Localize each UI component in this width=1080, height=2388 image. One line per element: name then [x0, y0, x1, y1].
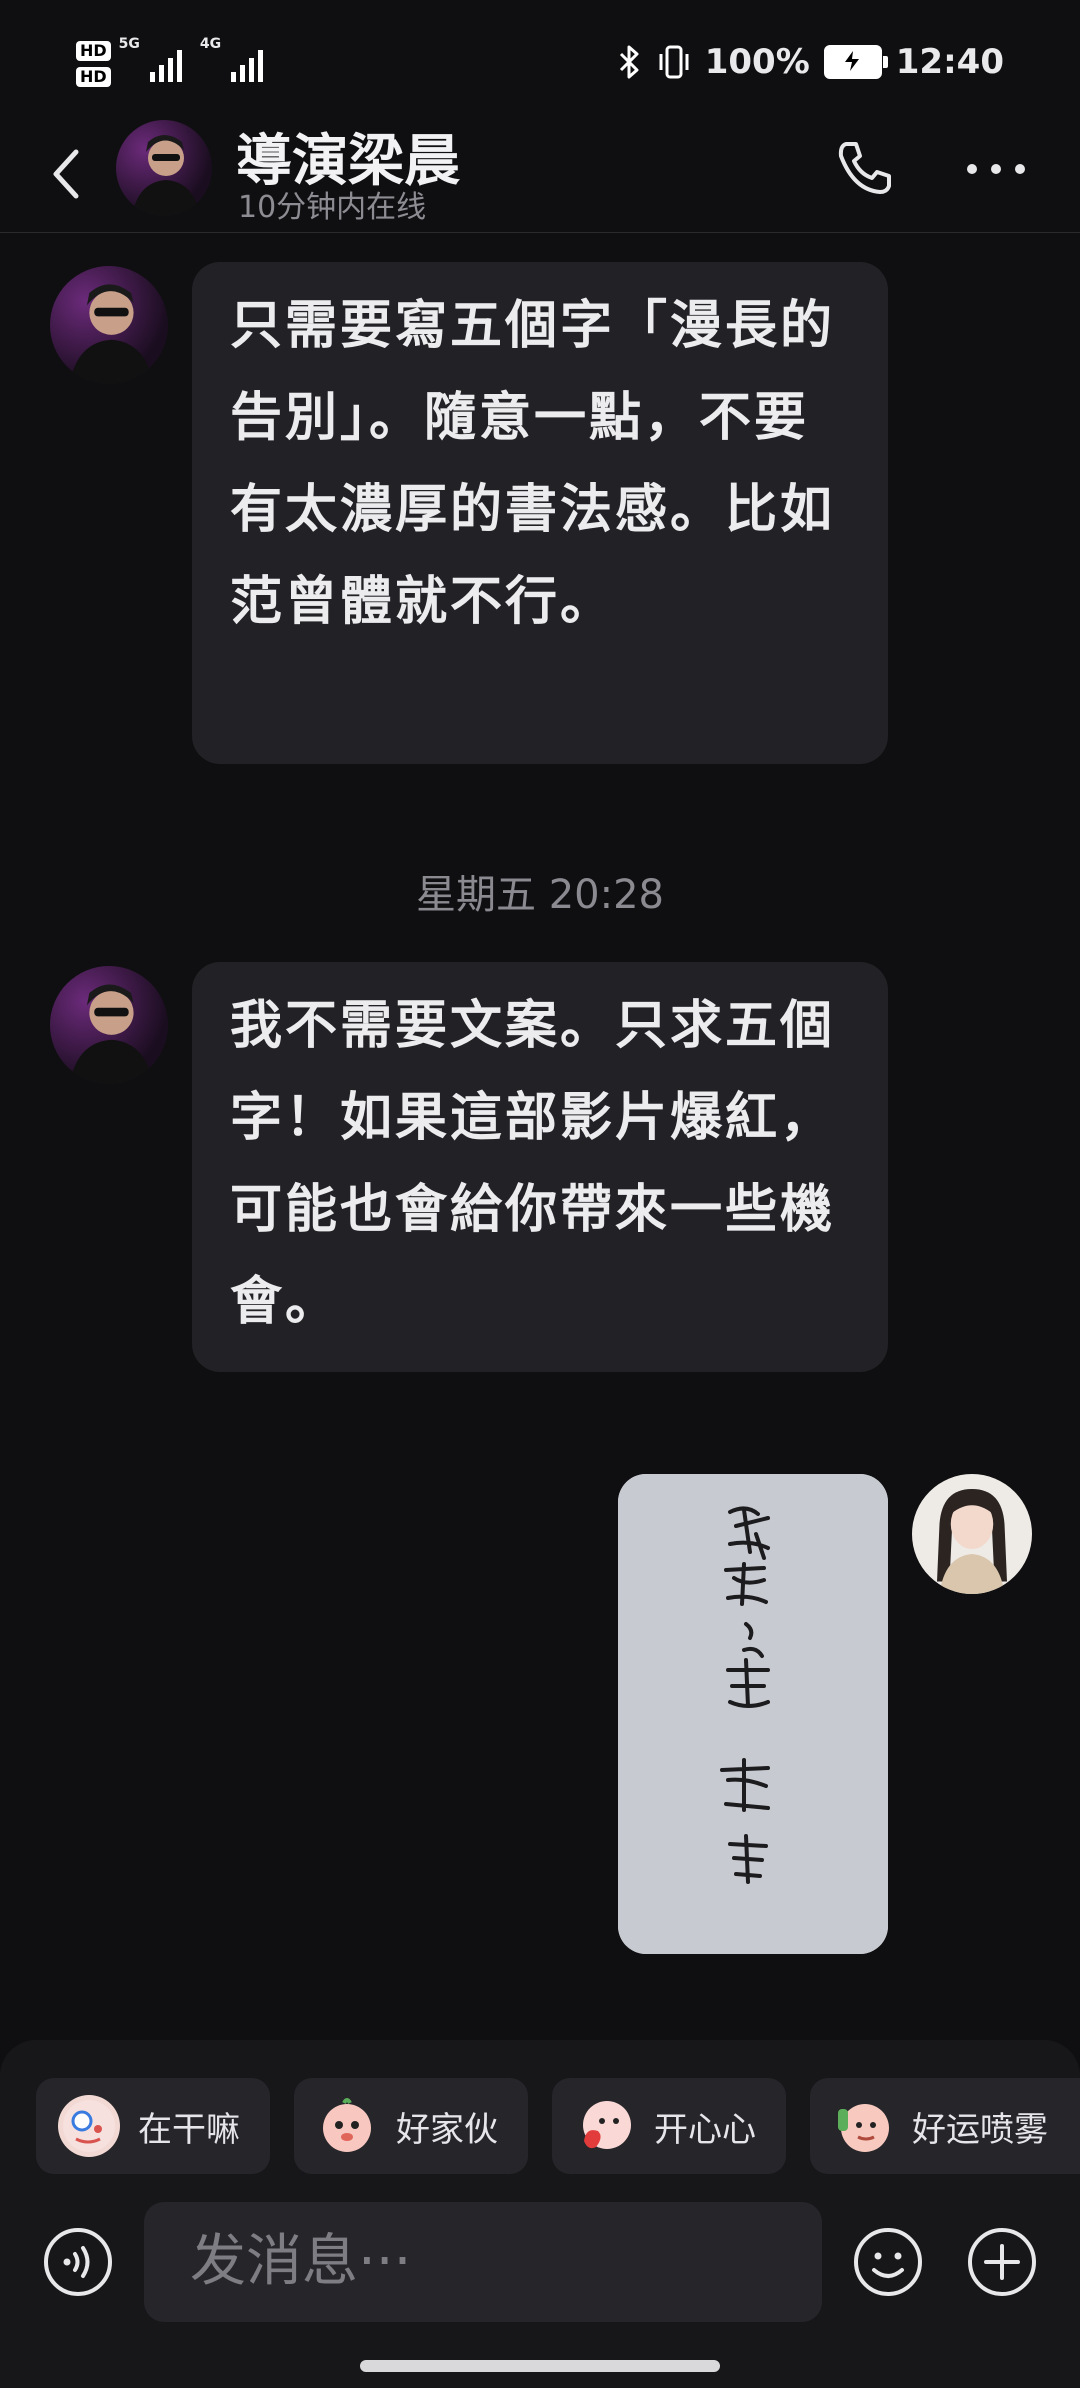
- quick-reply-label: 在干嘛: [138, 2109, 240, 2150]
- hd-badge-1: HD: [76, 41, 111, 61]
- vibrate-icon: [659, 45, 689, 79]
- my-avatar[interactable]: [912, 1474, 1032, 1594]
- quick-reply-chip[interactable]: 开心心: [552, 2078, 786, 2174]
- bluetooth-icon: [619, 45, 639, 79]
- status-bar: HD HD 5G 4G 100% 12:40: [0, 0, 1080, 130]
- status-right: 100% 12:40: [617, 30, 1004, 94]
- contact-avatar[interactable]: [116, 120, 212, 216]
- plus-icon[interactable]: [966, 2226, 1038, 2298]
- incoming-message-bubble[interactable]: 我不需要文案。只求五個字！如果這部影片爆紅，可能也會給你帶來一些機會。: [192, 962, 888, 1372]
- voice-icon[interactable]: [42, 2226, 114, 2298]
- network-type-2: 4G: [199, 36, 222, 52]
- composer-panel: 在干嘛 好家伙 开心心 好运喷雾 发消息···: [0, 2040, 1080, 2388]
- outgoing-image-message[interactable]: [618, 1474, 888, 1954]
- phone-icon[interactable]: [832, 136, 896, 200]
- battery-icon: [823, 45, 888, 79]
- signal-bars-icon: [231, 46, 264, 82]
- quick-reply-label: 好运喷雾: [912, 2109, 1048, 2150]
- quick-reply-label: 开心心: [654, 2109, 756, 2150]
- sticker-icon: [58, 2095, 120, 2157]
- chat-header: 導演梁晨 10分钟内在线: [0, 120, 1080, 233]
- handwriting-image: [618, 1474, 888, 1954]
- network-type-1: 5G: [118, 36, 140, 52]
- message-timestamp: 星期五 20:28: [416, 872, 664, 918]
- back-arrow-icon[interactable]: [46, 134, 86, 214]
- home-indicator[interactable]: [360, 2360, 720, 2372]
- hd-badge-2: HD: [76, 67, 111, 87]
- incoming-message-bubble[interactable]: 只需要寫五個字「漫長的告別」。隨意一點，不要有太濃厚的書法感。比如范曾體就不行。: [192, 262, 888, 764]
- contact-message-avatar[interactable]: [50, 966, 168, 1084]
- online-status: 10分钟内在线: [238, 190, 427, 225]
- clock: 12:40: [895, 42, 1004, 82]
- quick-reply-chip[interactable]: 在干嘛: [36, 2078, 270, 2174]
- battery-percent: 100%: [704, 42, 810, 82]
- sticker-icon: [574, 2095, 636, 2157]
- hd-badges: HD HD: [76, 41, 111, 87]
- signal-bars-icon: [149, 46, 182, 82]
- more-icon[interactable]: [964, 154, 1028, 184]
- emoji-icon[interactable]: [852, 2226, 924, 2298]
- sticker-icon: [832, 2095, 894, 2157]
- quick-reply-label: 好家伙: [396, 2109, 498, 2150]
- sticker-icon: [316, 2095, 378, 2157]
- signal-indicators: HD HD 5G 4G: [76, 36, 264, 92]
- contact-message-avatar[interactable]: [50, 266, 168, 384]
- quick-reply-chip[interactable]: 好运喷雾: [810, 2078, 1080, 2174]
- quick-reply-chip[interactable]: 好家伙: [294, 2078, 528, 2174]
- message-input[interactable]: 发消息···: [144, 2202, 822, 2322]
